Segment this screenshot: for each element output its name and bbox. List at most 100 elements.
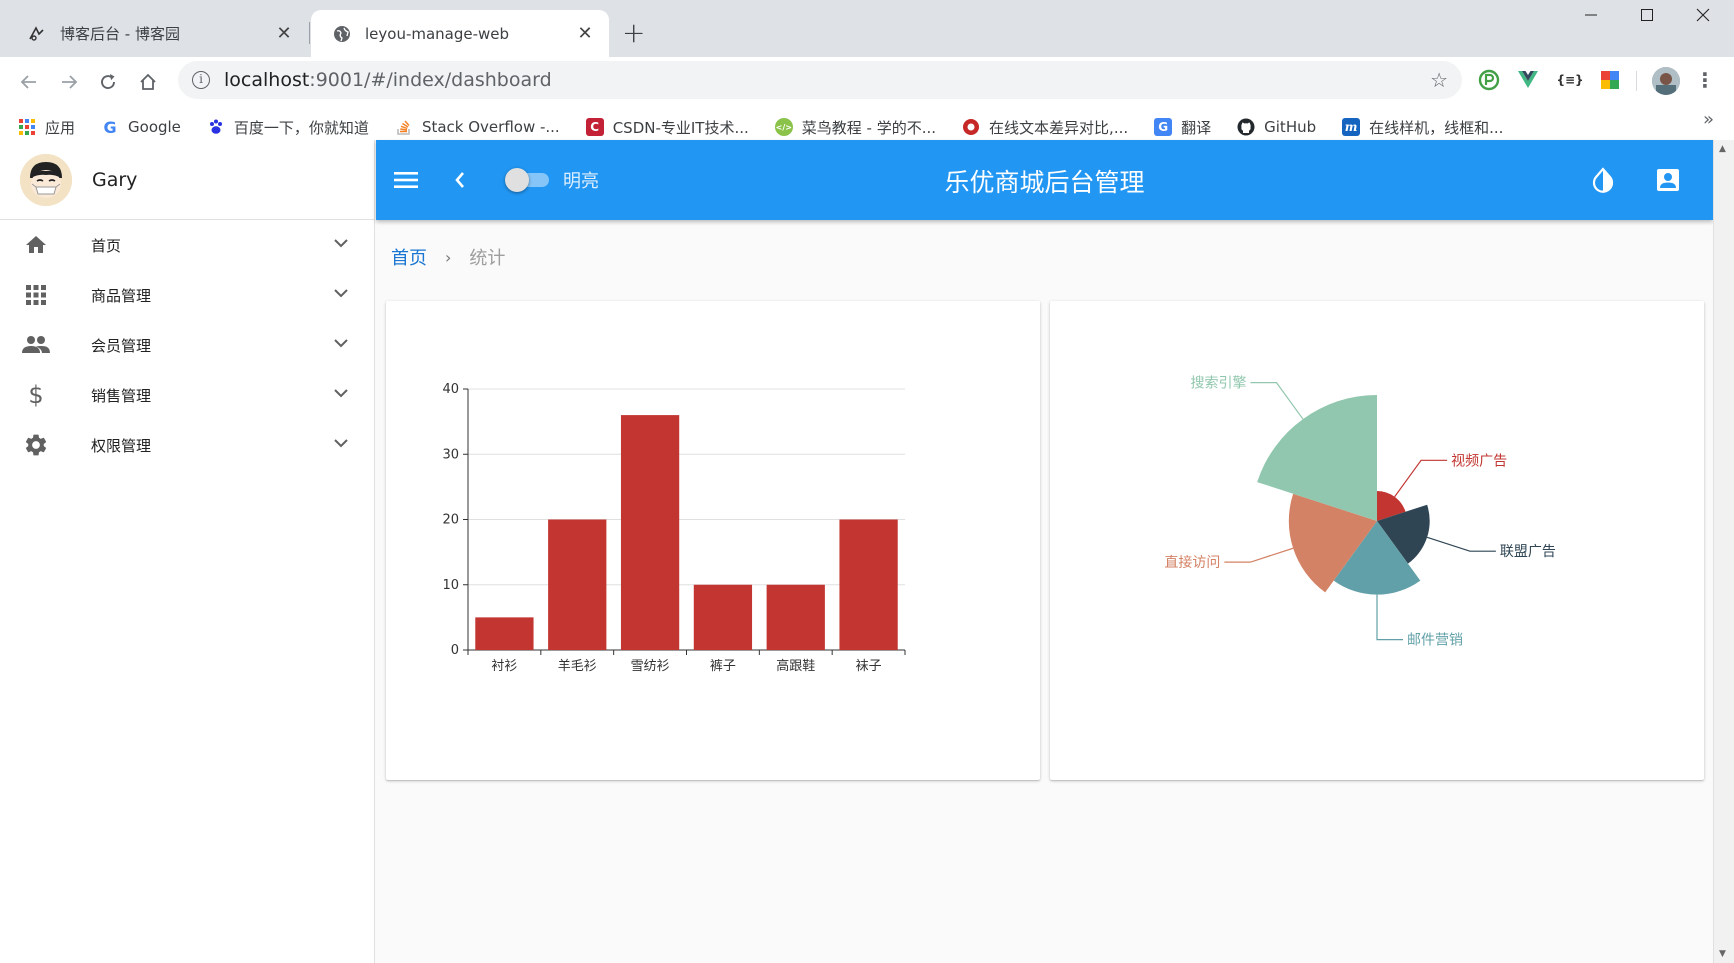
mockup-icon: m xyxy=(1342,118,1361,136)
tab-title: 博客后台 - 博客园 xyxy=(60,25,180,43)
close-icon[interactable]: ✕ xyxy=(575,23,595,44)
page-title: 乐优商城后台管理 xyxy=(944,168,1145,197)
breadcrumb: 首页 › 统计 xyxy=(391,244,505,270)
url-text: localhost:9001/#/index/dashboard xyxy=(224,69,552,91)
breadcrumb-separator: › xyxy=(445,247,452,267)
minimize-icon[interactable] xyxy=(1568,6,1614,27)
chevron-down-icon[interactable] xyxy=(332,284,350,306)
url-path: :9001/#/index/dashboard xyxy=(309,69,552,91)
sidebar-item-products[interactable]: 商品管理 xyxy=(0,270,374,320)
extension-p-icon[interactable] xyxy=(1476,67,1502,93)
browser-tab-blog[interactable]: 博客后台 - 博客园 ✕ xyxy=(6,10,308,57)
bookmark-translate[interactable]: G 翻译 xyxy=(1154,117,1211,138)
scroll-down-icon[interactable]: ▼ xyxy=(1719,949,1726,959)
invert-colors-icon[interactable] xyxy=(1587,164,1619,196)
bookmark-csdn[interactable]: C CSDN-专业IT技术... xyxy=(585,117,749,138)
user-profile-row[interactable]: Gary xyxy=(0,140,374,220)
x-tick-label: 衬衫 xyxy=(491,659,517,674)
x-tick-label: 雪纺衫 xyxy=(631,659,670,674)
people-icon xyxy=(22,331,50,359)
globe-icon xyxy=(334,25,350,42)
browser-toolbar: i localhost:9001/#/index/dashboard ☆ {≡}… xyxy=(0,57,1734,153)
info-icon[interactable]: i xyxy=(192,71,210,89)
new-tab-button[interactable]: + xyxy=(622,16,645,49)
bookmark-stackoverflow[interactable]: Stack Overflow -... xyxy=(395,118,560,136)
sidebar-item-home[interactable]: 首页 xyxy=(0,220,374,270)
json-viewer-icon[interactable]: {≡} xyxy=(1556,67,1583,93)
bookmark-baidu[interactable]: 百度一下，你就知道 xyxy=(207,117,369,138)
scroll-up-icon[interactable]: ▲ xyxy=(1719,144,1726,154)
bookmark-label: 菜鸟教程 - 学的不... xyxy=(801,118,937,137)
app-toolbar: 明亮 乐优商城后台管理 xyxy=(376,140,1713,220)
browser-menu-icon[interactable]: ⋮ xyxy=(1692,67,1718,93)
x-tick-label: 裤子 xyxy=(710,659,736,674)
sidebar-item-permissions[interactable]: 权限管理 xyxy=(0,420,374,470)
bookmark-mockup[interactable]: m 在线样机，线框和... xyxy=(1342,117,1503,138)
bookmark-label: Stack Overflow -... xyxy=(421,118,560,136)
bookmarks-overflow-icon[interactable]: » xyxy=(1703,109,1714,130)
y-tick-label: 10 xyxy=(442,578,459,593)
window-close-icon[interactable] xyxy=(1680,6,1726,27)
reload-icon[interactable] xyxy=(91,65,125,99)
pie-label: 视频广告 xyxy=(1451,453,1507,469)
chevron-down-icon[interactable] xyxy=(332,334,350,356)
forward-icon[interactable] xyxy=(52,65,86,99)
pie-label-line xyxy=(1426,536,1496,552)
bar-chart-card: 0 10 20 30 40 衬衫 羊毛衫 雪纺衫 裤子 高跟鞋 袜子 xyxy=(386,301,1040,780)
chevron-down-icon[interactable] xyxy=(332,234,350,256)
x-tick-label: 袜子 xyxy=(856,659,882,674)
bar[interactable] xyxy=(839,519,898,651)
pie-label-line xyxy=(1224,547,1294,563)
bookmark-diff[interactable]: 在线文本差异对比,... xyxy=(962,117,1128,138)
bookmark-github[interactable]: GitHub xyxy=(1237,118,1316,136)
gear-icon xyxy=(22,431,50,459)
bookmark-star-icon[interactable]: ☆ xyxy=(1430,68,1448,92)
bar[interactable] xyxy=(693,584,753,650)
toolbar-divider xyxy=(1636,71,1637,91)
breadcrumb-home-link[interactable]: 首页 xyxy=(391,244,427,270)
account-box-icon[interactable] xyxy=(1652,164,1684,196)
maximize-icon[interactable] xyxy=(1624,6,1670,27)
page-scrollbar[interactable]: ▲ ▼ xyxy=(1713,140,1734,963)
bookmark-label: 应用 xyxy=(45,118,76,137)
chevron-down-icon[interactable] xyxy=(332,434,350,456)
bookmark-label: 在线文本差异对比,... xyxy=(989,118,1129,137)
bookmark-label: Google xyxy=(128,118,181,136)
bar[interactable] xyxy=(620,415,680,650)
sidebar-item-label: 商品管理 xyxy=(91,286,152,305)
pie-chart: 视频广告联盟广告邮件营销 直接访问 搜索引擎 xyxy=(1164,375,1556,649)
profile-avatar[interactable] xyxy=(1652,67,1680,95)
translate-icon: G xyxy=(1154,118,1173,136)
home-icon[interactable] xyxy=(131,65,165,99)
vue-devtools-icon[interactable] xyxy=(1515,67,1541,93)
close-icon[interactable]: ✕ xyxy=(274,23,294,44)
app-root: Gary 首页 商品管理 会员管理 $ 销售管理 权限管理 明亮 乐优商城后台管… xyxy=(0,140,1734,963)
username: Gary xyxy=(92,168,138,191)
bar[interactable] xyxy=(766,584,825,650)
bookmark-runoob[interactable]: </> 菜鸟教程 - 学的不... xyxy=(774,117,937,138)
bookmark-label: 百度一下，你就知道 xyxy=(233,118,369,137)
home-icon xyxy=(22,231,50,259)
sidebar-item-sales[interactable]: $ 销售管理 xyxy=(0,370,374,420)
chevron-down-icon[interactable] xyxy=(332,384,350,406)
dollar-icon: $ xyxy=(28,381,44,409)
colorful-extension-icon[interactable] xyxy=(1597,67,1623,93)
bookmark-apps[interactable]: 应用 xyxy=(18,117,75,138)
pie-label: 搜索引擎 xyxy=(1190,375,1246,392)
bookmark-label: 翻译 xyxy=(1181,118,1212,137)
browser-tab-leyou[interactable]: leyou-manage-web ✕ xyxy=(311,10,609,57)
tab-title: leyou-manage-web xyxy=(365,24,510,43)
breadcrumb-current: 统计 xyxy=(469,248,506,269)
back-icon[interactable] xyxy=(12,65,46,99)
sidebar-item-label: 首页 xyxy=(91,236,122,255)
bookmark-google[interactable]: G Google xyxy=(101,118,181,137)
bar[interactable] xyxy=(475,617,534,650)
bar[interactable] xyxy=(548,519,607,651)
x-tick-label: 高跟鞋 xyxy=(776,658,815,674)
apps-icon xyxy=(22,281,50,309)
sidebar-item-members[interactable]: 会员管理 xyxy=(0,320,374,370)
navigation-drawer: Gary 首页 商品管理 会员管理 $ 销售管理 权限管理 xyxy=(0,140,375,963)
pie-label: 直接访问 xyxy=(1164,554,1220,571)
sidebar-item-label: 会员管理 xyxy=(91,336,152,355)
address-bar[interactable]: i localhost:9001/#/index/dashboard ☆ xyxy=(178,61,1462,99)
